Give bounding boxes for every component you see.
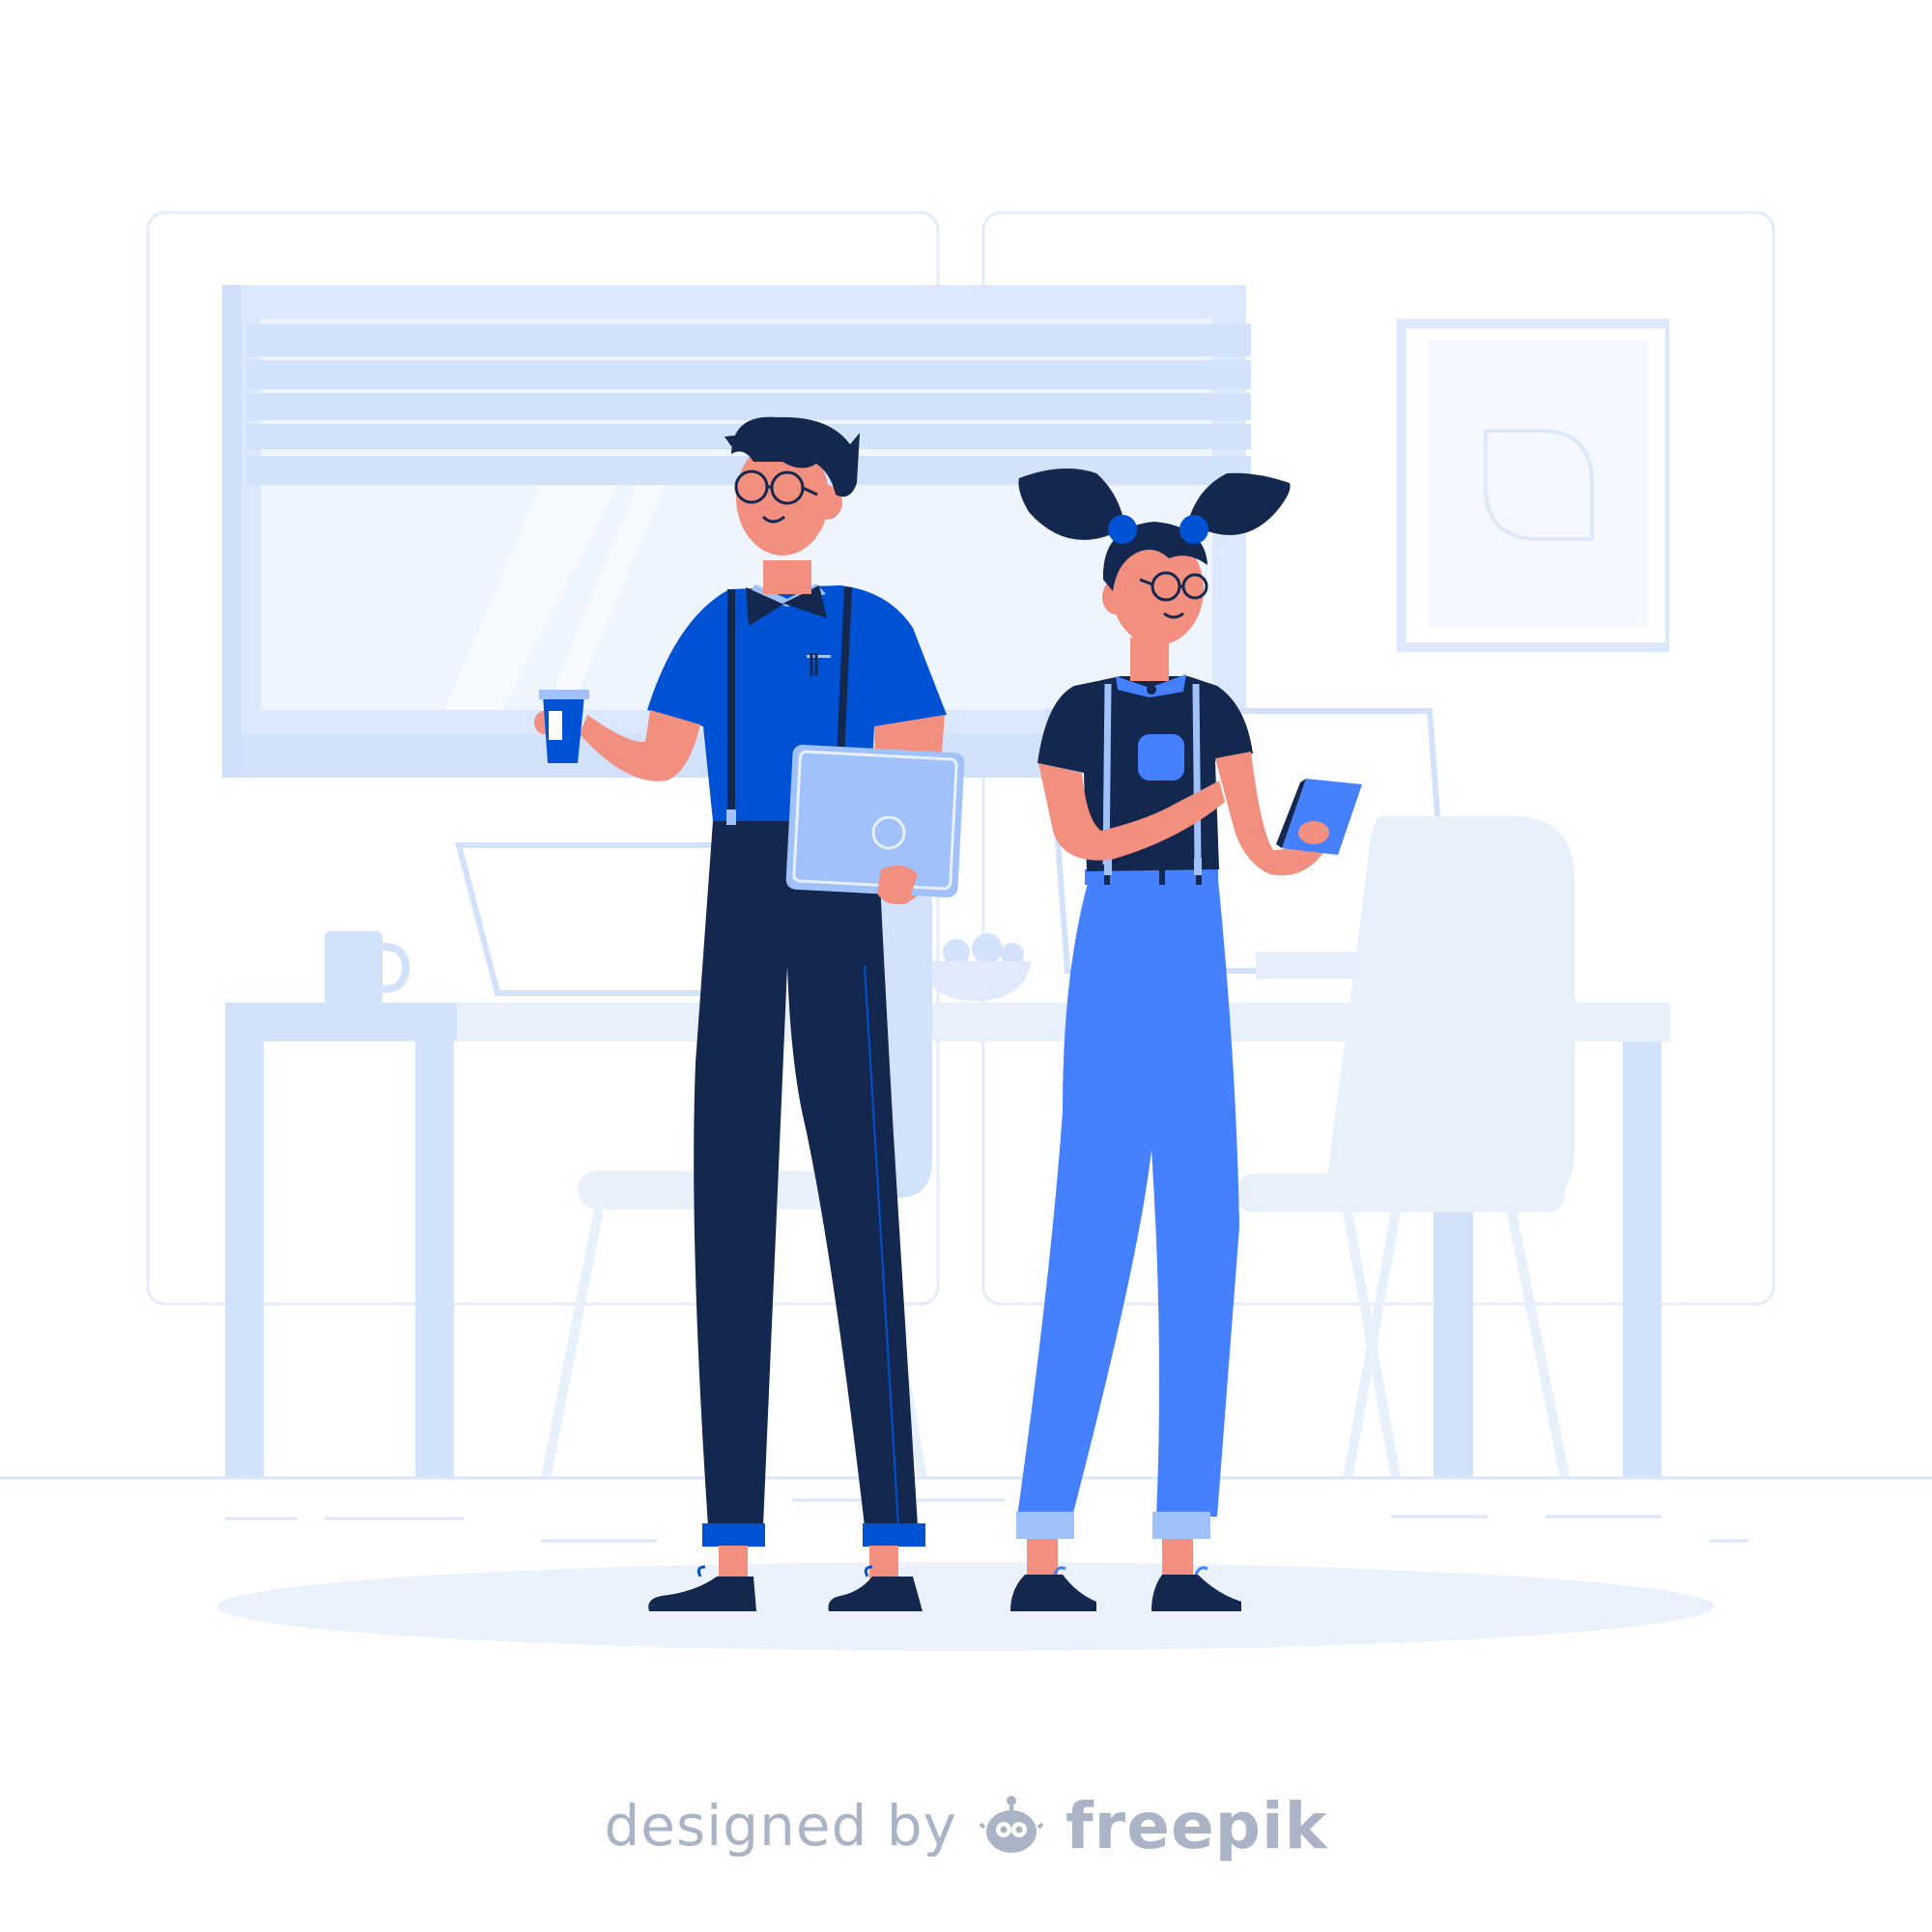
woman-trousers [1017,869,1239,1517]
floor-shadow [217,1562,1715,1651]
wall-picture-frame [1397,319,1669,652]
coffee-mug [325,931,411,1005]
room-background [0,211,1932,1651]
freepik-logo-icon [979,1796,1044,1853]
fruit-bowl [918,933,1032,1001]
credit-brand: freepik [1065,1788,1328,1863]
office-scene-illustration [0,211,1932,1651]
attribution-credit[interactable]: designed by freepik [0,1777,1932,1874]
floor [0,1476,1932,1651]
laptop-folder [785,744,965,898]
woman-pocket [1138,734,1184,781]
credit-prefix: designed by [604,1793,957,1859]
